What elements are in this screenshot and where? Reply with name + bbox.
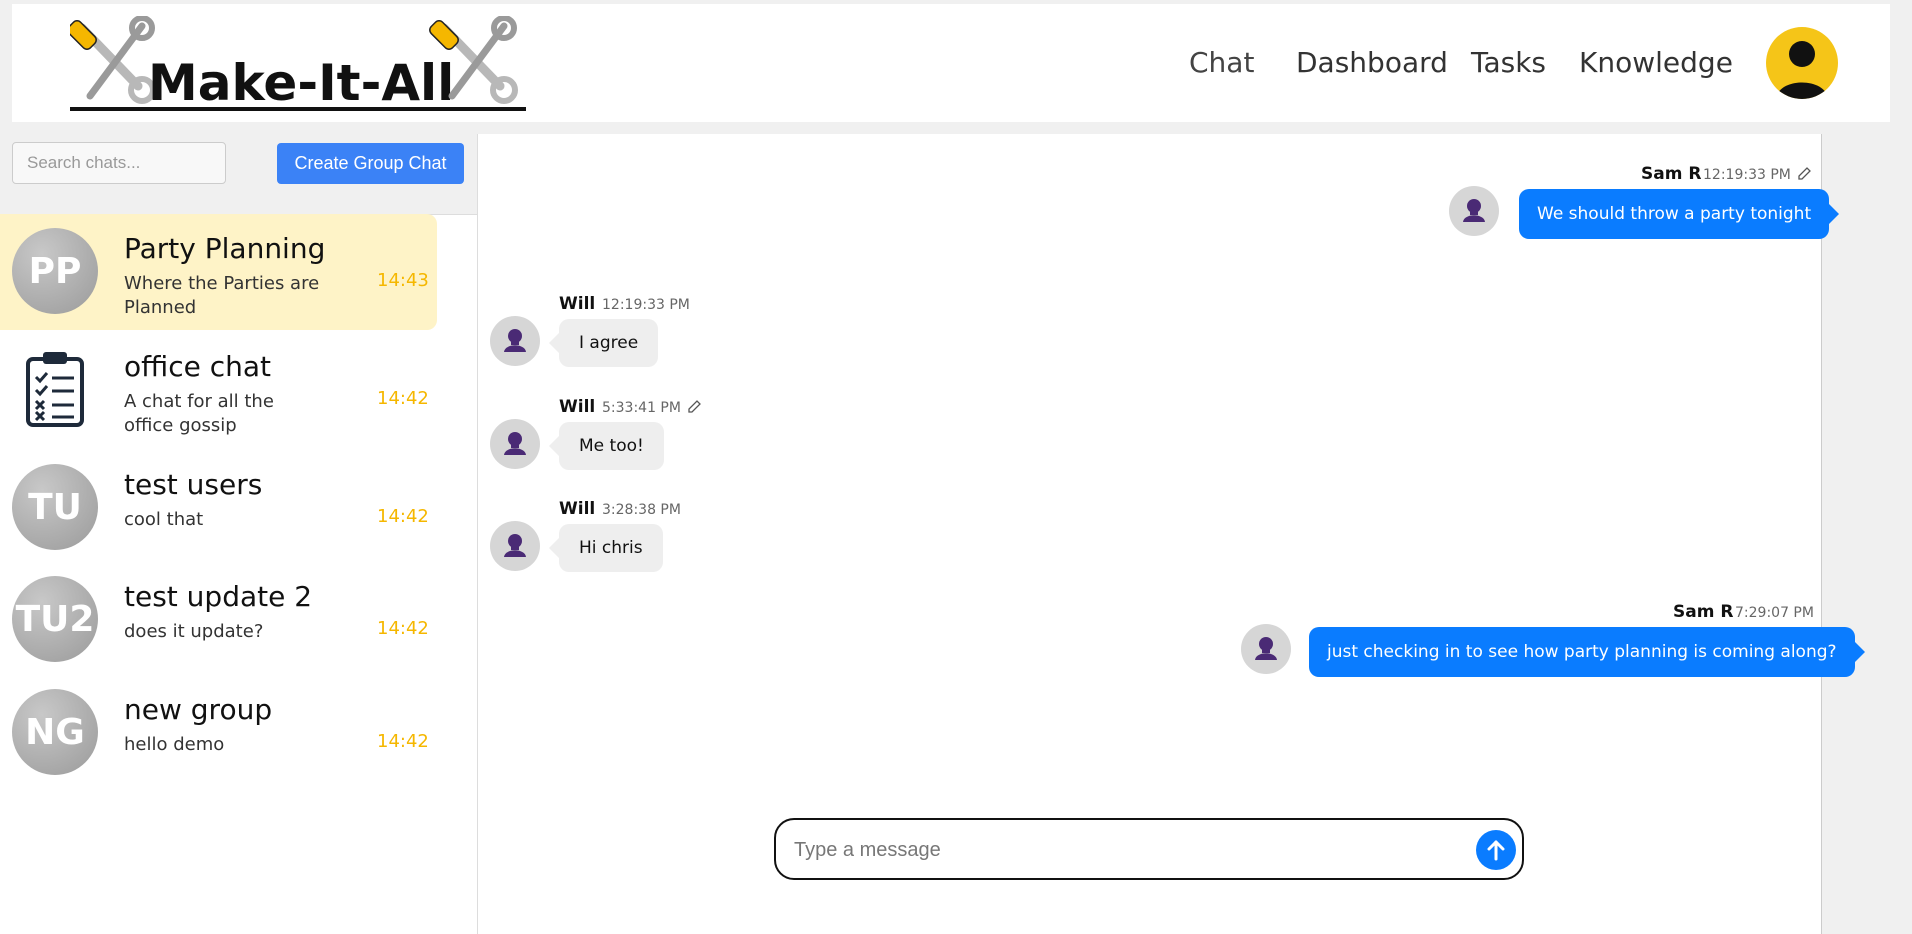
- chat-list-item[interactable]: TU2 test update 2 does it update? 14:42: [0, 562, 437, 678]
- edit-icon[interactable]: [686, 399, 702, 415]
- chat-name: Party Planning: [124, 232, 326, 265]
- message-bubble-outgoing: We should throw a party tonight: [1519, 189, 1840, 239]
- message-sender: Sam R: [1641, 164, 1702, 184]
- message-time: 12:19:33 PM: [1703, 167, 1791, 183]
- logo-text: Make-It-All: [148, 54, 454, 112]
- chat-time: 14:43: [377, 270, 429, 291]
- message-bubble-incoming: Hi chris: [549, 524, 663, 572]
- edit-icon[interactable]: [1796, 166, 1812, 182]
- message-sender: Sam R: [1673, 602, 1734, 622]
- message-bubble-incoming: Me too!: [549, 422, 664, 470]
- chat-time: 14:42: [377, 388, 429, 409]
- chat-time: 14:42: [377, 506, 429, 527]
- message-time: 12:19:33 PM: [602, 297, 690, 313]
- message-time: 5:33:41 PM: [602, 400, 681, 416]
- chat-avatar: PP: [12, 228, 98, 314]
- nav-knowledge[interactable]: Knowledge: [1579, 46, 1733, 79]
- chat-name: new group: [124, 693, 273, 726]
- message-time: 3:28:38 PM: [602, 502, 681, 518]
- message-bubble-incoming: I agree: [548, 319, 659, 367]
- chat-panel: Sam R 12:19:33 PM We should throw a part…: [477, 134, 1865, 934]
- profile-avatar-button[interactable]: [1766, 27, 1838, 99]
- app-logo[interactable]: Make-It-All: [67, 15, 530, 116]
- logo-graphic: Make-It-All: [67, 15, 526, 112]
- chat-avatar: TU: [12, 464, 98, 550]
- chat-description: cool that: [124, 509, 204, 530]
- nav-dashboard[interactable]: Dashboard: [1296, 46, 1448, 79]
- chat-name: office chat: [124, 350, 271, 383]
- user-avatar: [490, 521, 540, 571]
- sidebar-toolbar: Create Group Chat: [0, 134, 477, 215]
- send-button[interactable]: [1476, 830, 1516, 870]
- message-composer: [774, 818, 1524, 880]
- message-input[interactable]: [792, 828, 1436, 872]
- chat-description: does it update?: [124, 621, 264, 642]
- chat-time: 14:42: [377, 731, 429, 752]
- arrow-up-icon: [1487, 840, 1505, 861]
- clipboard-checklist-icon: [12, 346, 98, 432]
- user-avatar: [490, 419, 540, 469]
- user-avatar: [490, 316, 540, 366]
- person-icon: [504, 432, 526, 455]
- chat-description: A chat for all the office gossip: [124, 391, 274, 436]
- person-icon: [1255, 637, 1277, 660]
- tools-icon-left: [67, 15, 156, 104]
- nav-chat[interactable]: Chat: [1189, 46, 1254, 79]
- user-avatar: [1449, 186, 1499, 236]
- message-sender: Will: [559, 499, 596, 519]
- chat-description: Where the Parties are Planned: [124, 273, 320, 318]
- user-avatar: [1241, 624, 1291, 674]
- person-icon: [504, 329, 526, 352]
- message-time: 7:29:07 PM: [1735, 605, 1814, 621]
- chat-avatar: NG: [12, 689, 98, 775]
- message-bubble-outgoing: just checking in to see how party planni…: [1309, 627, 1865, 677]
- message-sender: Will: [559, 294, 596, 314]
- user-icon: [1776, 41, 1828, 99]
- chat-sidebar: Create Group Chat PP Party Planning Wher…: [0, 134, 477, 934]
- chat-avatar: TU2: [12, 576, 98, 662]
- nav-tasks[interactable]: Tasks: [1471, 46, 1546, 79]
- chat-description: hello demo: [124, 734, 225, 755]
- search-chats-input[interactable]: [12, 142, 226, 184]
- chat-name: test update 2: [124, 580, 313, 613]
- chat-list-item[interactable]: PP Party Planning Where the Parties are …: [0, 214, 437, 330]
- person-icon: [1463, 199, 1485, 222]
- top-header: Make-It-All Chat Dashboard Tasks Knowled…: [12, 4, 1890, 122]
- chat-name: test users: [124, 468, 263, 501]
- message-sender: Will: [559, 397, 596, 417]
- chat-list-item[interactable]: office chat A chat for all the office go…: [0, 332, 437, 448]
- chat-time: 14:42: [377, 618, 429, 639]
- create-group-chat-button[interactable]: Create Group Chat: [277, 143, 464, 184]
- chat-list-item[interactable]: NG new group hello demo 14:42: [0, 675, 437, 791]
- chat-list-item[interactable]: TU test users cool that 14:42: [0, 450, 437, 566]
- person-icon: [504, 534, 526, 557]
